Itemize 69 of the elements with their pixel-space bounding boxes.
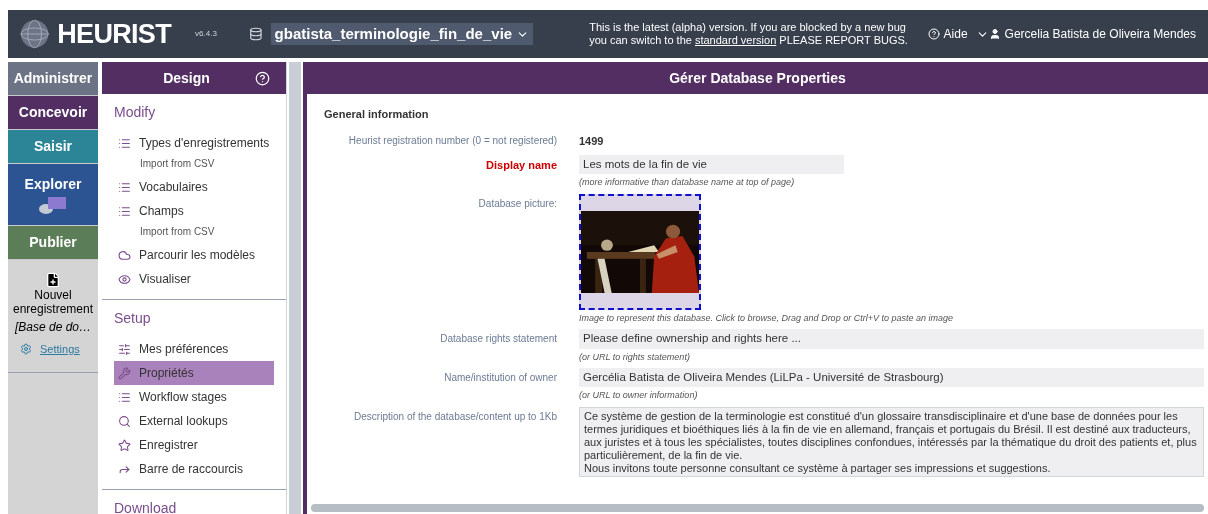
menu-item[interactable]: External lookups [114, 409, 274, 433]
nav-tab[interactable]: Saisir [8, 130, 98, 164]
wrench-icon [118, 366, 131, 380]
nav-tab[interactable]: Explorer [8, 164, 98, 226]
menu-item[interactable]: Propriétés [114, 361, 274, 385]
new-record-button[interactable]: Nouvel enregistrement [8, 288, 98, 316]
menu-item[interactable]: Champs [114, 199, 274, 223]
text-area[interactable]: Ce système de gestion de la terminologie est constitué d'un glossaire transdisciplinaire et d'une base de données pour les termes juridiques et bioéthiques liés à la fin de vie en allemand, français et portugais du Brésil. Il est destiné aux traducteurs, aux juristes et à tous les spécialistes, toutes disciplines confondues, intéressés par la thématique du droit des patients et, plus particulièrement, de la fin de vie. Nous invitons toute personne consultant ce système à partager ses impressions et suggestions. [579, 406, 1204, 477]
nav-tab[interactable]: Administrer [8, 62, 98, 96]
new-record-icon [45, 272, 61, 288]
text-field[interactable]: Please define ownership and rights here ... [579, 329, 1204, 349]
nav-tab[interactable]: Publier [8, 226, 98, 260]
section-title: Setup [114, 309, 152, 328]
version-label: v6.4.3 [195, 28, 217, 40]
list-icon [118, 180, 131, 194]
page-title: Gérer Database Properties [669, 68, 846, 88]
field-value: 1499 [579, 133, 605, 149]
section-heading: General information [324, 107, 430, 122]
database-explorer-icon [38, 195, 68, 215]
text-field[interactable]: Gercélia Batista de Oliveira Mendes (LiLPa - Université de Strasbourg) [579, 368, 1204, 388]
field-label: Database rights statement [440, 333, 557, 345]
section-title: Modify [114, 103, 157, 122]
list-icon [118, 204, 131, 218]
database-selector[interactable]: gbatista_terminologie_fin_de_vie [270, 22, 534, 46]
menu-item[interactable]: Visualiser [114, 267, 274, 291]
field-label: Display name [486, 159, 557, 171]
field-label: Heurist registration number (0 = not registered) [348, 134, 557, 146]
field-hint: (or URL to owner information) [579, 389, 699, 403]
section-title: Download [114, 499, 178, 514]
menu-item[interactable]: Types d'enregistrements [114, 131, 274, 155]
field-label: Database picture: [478, 197, 557, 209]
help-icon [927, 28, 940, 40]
field-label: Name/institution of owner [444, 372, 557, 383]
sliders-icon [118, 342, 131, 356]
star-icon [118, 438, 131, 452]
user-icon [988, 28, 1001, 40]
menu-item[interactable]: Parcourir les modèles [114, 243, 274, 267]
version-notice: This is the latest (alpha) version. If you are blocked by a new bug you can switch to the standard version PLEASE REPORT BUGS. [589, 21, 909, 47]
menu-item[interactable]: Enregistrer [114, 433, 274, 457]
text-field[interactable]: Les mots de la fin de vie [579, 155, 844, 175]
globe-logo-icon [20, 17, 50, 51]
panel-title: Design [162, 68, 211, 88]
database-icon [248, 26, 263, 42]
menu-item[interactable]: Vocabulaires [114, 175, 274, 199]
standard-version-link[interactable]: standard version [694, 34, 777, 46]
settings-icon [20, 343, 32, 355]
app-logo-text: HEURIST [57, 17, 172, 51]
import-link[interactable]: Import from CSV [140, 158, 215, 169]
image-drop-zone[interactable] [579, 193, 701, 310]
horizontal-scrollbar[interactable] [311, 504, 1204, 512]
eye-icon [118, 272, 131, 286]
nav-tab[interactable]: Concevoir [8, 96, 98, 130]
panel-scrollbar[interactable] [289, 62, 301, 514]
help-icon[interactable] [255, 70, 270, 86]
menu-item[interactable]: Mes préférences [114, 337, 274, 361]
field-hint: (or URL to rights statement) [579, 350, 691, 364]
menu-item[interactable]: Barre de raccourcis [114, 457, 274, 481]
database-label: [Base de do… [14, 320, 92, 334]
cloud-icon [118, 248, 131, 262]
list-icon [118, 136, 131, 150]
import-link[interactable]: Import from CSV [140, 226, 215, 237]
field-hint: (more informative than database name at top of page) [579, 176, 796, 190]
list-icon [118, 390, 131, 404]
field-label: Description of the database/content up to 1Kb [354, 410, 557, 422]
search-icon [118, 414, 131, 428]
user-menu[interactable]: Gercelia Batista de Oliveira Mendes [988, 25, 1196, 43]
field-hint: Image to represent this database. Click to browse, Drag and Drop or Ctrl+V to paste an image [579, 311, 954, 325]
help-menu[interactable]: Aide [927, 25, 989, 43]
menu-item[interactable]: Workflow stages [114, 385, 274, 409]
